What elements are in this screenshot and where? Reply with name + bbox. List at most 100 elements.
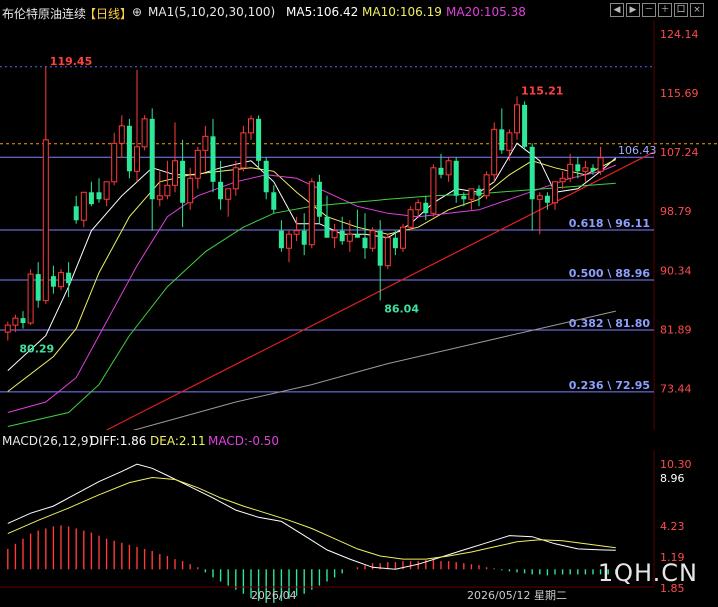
candle — [522, 101, 528, 151]
diff-value: DIFF:1.86 — [90, 434, 147, 448]
candle — [582, 160, 589, 182]
candle-body — [339, 230, 345, 242]
candle-body — [567, 163, 574, 179]
fib-level-label: 0.236 \ 72.95 — [569, 379, 650, 392]
price-tick-label: 98.79 — [660, 205, 692, 218]
candle — [248, 115, 254, 140]
candle-body — [66, 272, 72, 284]
candle-body — [27, 273, 34, 324]
price-tick-label: 107.24 — [660, 146, 699, 159]
candle-body — [118, 125, 125, 144]
candle — [400, 223, 406, 252]
candle — [111, 132, 118, 186]
candle — [35, 262, 41, 308]
candle-body — [506, 132, 513, 151]
candle — [286, 230, 292, 263]
candle — [256, 115, 262, 168]
candle-body — [552, 181, 558, 204]
date-label: 2026/04 — [251, 589, 297, 602]
candle-body — [453, 160, 459, 196]
candle — [354, 209, 360, 238]
candlestick-chart[interactable]: 124.14 115.69 107.24 98.79 90.34 81.89 73.44 0.… — [0, 0, 718, 430]
candle-body — [35, 274, 41, 301]
candle — [301, 213, 307, 256]
price-tick-label: 81.89 — [660, 323, 692, 336]
price-tick-label: 73.44 — [660, 382, 692, 395]
candle — [240, 125, 247, 172]
candle — [499, 108, 505, 154]
candle-body — [12, 317, 19, 326]
candle-body — [103, 181, 110, 200]
candle-body — [164, 184, 171, 197]
candle-body — [232, 167, 239, 190]
candle-body — [271, 192, 277, 210]
candle-body — [476, 188, 482, 196]
price-tick-label: 115.69 — [660, 87, 699, 100]
candle — [415, 199, 422, 217]
candle-body — [514, 104, 520, 134]
candle — [445, 157, 452, 182]
candle — [194, 146, 201, 189]
candle-body — [194, 149, 201, 179]
candle-body — [111, 142, 118, 183]
candle-body — [461, 195, 467, 200]
candle-body — [149, 118, 155, 200]
macd-header: MACD(26,12,9) DIFF:1.86 DEA:2.11 MACD:-0… — [0, 434, 718, 450]
candle-body — [42, 139, 49, 302]
candle-body — [240, 132, 247, 169]
candle — [453, 157, 459, 203]
extreme-price-label: 80.29 — [19, 343, 54, 356]
candle — [80, 191, 87, 228]
candle — [210, 118, 216, 193]
candle-body — [430, 167, 437, 214]
candle — [225, 188, 232, 217]
macd-label[interactable]: MACD(26,12,9) — [2, 434, 93, 448]
candle-body — [384, 237, 391, 267]
candle — [536, 192, 543, 235]
candle — [377, 220, 383, 301]
candle-body — [483, 174, 490, 197]
candle-body — [346, 233, 353, 242]
candle — [324, 195, 330, 238]
macd-tick-label: 8.96 — [660, 472, 685, 485]
candle — [407, 206, 414, 231]
extreme-price-label: 119.45 — [50, 55, 92, 68]
candle-body — [575, 164, 581, 172]
candle-body — [522, 104, 528, 147]
candle-body — [96, 192, 102, 200]
candle — [423, 195, 429, 221]
candle — [575, 157, 581, 179]
candle-body — [354, 234, 360, 238]
candle-body — [544, 195, 550, 203]
candle-body — [293, 230, 300, 235]
candle — [66, 262, 72, 298]
candle-body — [392, 237, 398, 249]
candle-body — [400, 226, 406, 249]
candle-body — [58, 272, 64, 288]
candle — [308, 178, 315, 249]
candle-body — [445, 160, 452, 176]
candle — [4, 321, 11, 341]
candle-body — [218, 181, 224, 200]
candle — [362, 213, 368, 259]
candle-body — [301, 230, 307, 245]
candle-body — [438, 167, 444, 175]
candle — [141, 115, 148, 151]
candle-body — [225, 188, 232, 200]
candle — [149, 108, 155, 231]
candle — [118, 115, 125, 158]
candle-body — [180, 160, 186, 203]
candle-body — [20, 318, 26, 324]
candle — [134, 69, 140, 182]
macd-value: MACD:-0.50 — [208, 434, 280, 448]
candle — [58, 269, 64, 291]
candle — [202, 125, 209, 172]
candle — [476, 185, 482, 207]
candle — [491, 122, 498, 182]
extreme-price-label: 115.21 — [521, 84, 563, 97]
candle — [88, 181, 94, 207]
candle — [180, 139, 186, 228]
candle — [506, 129, 513, 161]
candle-body — [134, 146, 140, 172]
candle — [156, 171, 163, 207]
